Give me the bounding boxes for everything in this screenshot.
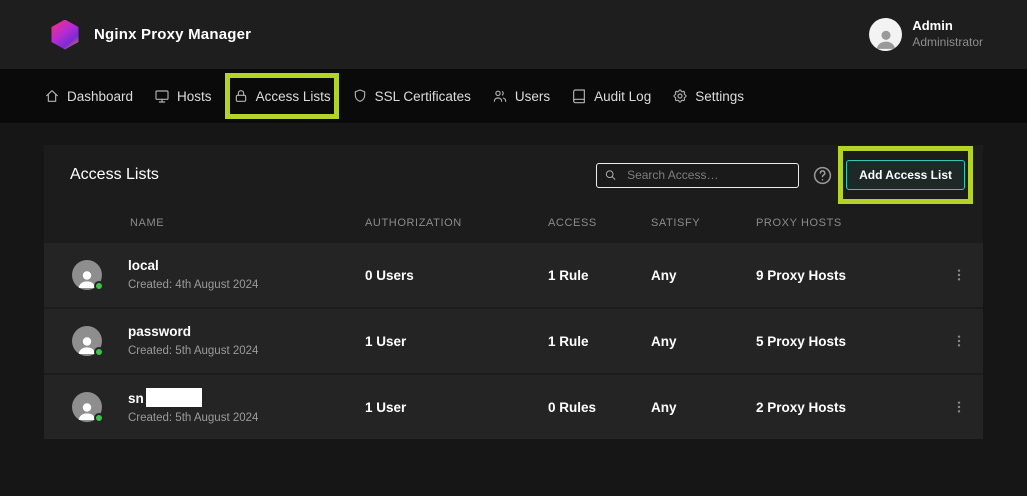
avatar bbox=[72, 260, 102, 290]
user-role: Administrator bbox=[912, 35, 983, 51]
app-logo-icon bbox=[50, 20, 80, 50]
access-cell: 1 Rule bbox=[548, 268, 651, 283]
nav-item-users[interactable]: Users bbox=[492, 88, 550, 104]
main-nav: Dashboard Hosts Access Lists SSL Certifi… bbox=[0, 69, 1027, 123]
users-icon bbox=[492, 88, 508, 104]
access-lists-card: Access Lists Add Access List bbox=[44, 145, 983, 439]
avatar bbox=[72, 326, 102, 356]
access-cell: 1 Rule bbox=[548, 334, 651, 349]
nav-item-label: Access Lists bbox=[256, 89, 331, 104]
nav-item-label: Settings bbox=[695, 89, 744, 104]
nav-item-access-lists[interactable]: Access Lists bbox=[233, 88, 331, 104]
kebab-icon bbox=[951, 267, 967, 283]
monitor-icon bbox=[154, 88, 170, 104]
search-box bbox=[596, 163, 799, 188]
column-header-proxy-hosts: PROXY HOSTS bbox=[756, 217, 949, 229]
gear-icon bbox=[672, 88, 688, 104]
search-icon bbox=[604, 169, 617, 182]
nav-item-label: Audit Log bbox=[594, 89, 651, 104]
table-row-redacted[interactable]: sn Created: 5th August 2024 1 User 0 Rul… bbox=[44, 373, 983, 439]
proxy-hosts-cell: 2 Proxy Hosts bbox=[756, 400, 949, 415]
row-menu-button[interactable] bbox=[949, 397, 969, 417]
table-header-row: NAME AUTHORIZATION ACCESS SATISFY PROXY … bbox=[44, 205, 983, 241]
authorization-cell: 0 Users bbox=[365, 268, 548, 283]
access-lists-table: NAME AUTHORIZATION ACCESS SATISFY PROXY … bbox=[44, 205, 983, 439]
proxy-hosts-cell: 5 Proxy Hosts bbox=[756, 334, 949, 349]
kebab-icon bbox=[951, 399, 967, 415]
app-screen: Nginx Proxy Manager Admin Administrator … bbox=[0, 0, 1027, 496]
brand[interactable]: Nginx Proxy Manager bbox=[50, 20, 251, 50]
avatar bbox=[72, 392, 102, 422]
lock-icon bbox=[233, 88, 249, 104]
created-date: Created: 4th August 2024 bbox=[128, 278, 258, 292]
row-menu-button[interactable] bbox=[949, 265, 969, 285]
search-input[interactable] bbox=[596, 163, 799, 188]
user-menu[interactable]: Admin Administrator bbox=[869, 18, 983, 51]
nav-item-label: Hosts bbox=[177, 89, 212, 104]
table-row-local[interactable]: local Created: 4th August 2024 0 Users 1… bbox=[44, 241, 983, 307]
card-header: Access Lists Add Access List bbox=[44, 145, 983, 205]
user-name: Admin bbox=[912, 18, 983, 35]
authorization-cell: 1 User bbox=[365, 400, 548, 415]
nav-item-label: Dashboard bbox=[67, 89, 133, 104]
book-icon bbox=[571, 88, 587, 104]
satisfy-cell: Any bbox=[651, 400, 756, 415]
access-list-name: local bbox=[128, 258, 258, 275]
status-dot bbox=[94, 413, 104, 423]
nav-item-label: SSL Certificates bbox=[375, 89, 471, 104]
card-header-actions: Add Access List bbox=[596, 160, 965, 190]
table-row-password[interactable]: password Created: 5th August 2024 1 User… bbox=[44, 307, 983, 373]
page-title: Access Lists bbox=[70, 166, 159, 184]
nav-item-ssl-certificates[interactable]: SSL Certificates bbox=[352, 88, 471, 104]
redaction-box bbox=[146, 388, 202, 407]
nav-item-audit-log[interactable]: Audit Log bbox=[571, 88, 651, 104]
kebab-icon bbox=[951, 333, 967, 349]
nav-item-hosts[interactable]: Hosts bbox=[154, 88, 212, 104]
access-list-name: sn bbox=[128, 388, 258, 408]
add-access-list-label: Add Access List bbox=[859, 168, 952, 182]
access-cell: 0 Rules bbox=[548, 400, 651, 415]
proxy-hosts-cell: 9 Proxy Hosts bbox=[756, 268, 949, 283]
access-list-name: password bbox=[128, 324, 258, 341]
column-header-access: ACCESS bbox=[548, 217, 651, 229]
nav-item-settings[interactable]: Settings bbox=[672, 88, 744, 104]
main-content: Access Lists Add Access List bbox=[0, 123, 1027, 439]
help-button[interactable] bbox=[812, 165, 833, 186]
app-header: Nginx Proxy Manager Admin Administrator bbox=[0, 0, 1027, 69]
app-title: Nginx Proxy Manager bbox=[94, 26, 251, 43]
column-header-authorization: AUTHORIZATION bbox=[365, 217, 548, 229]
row-menu-button[interactable] bbox=[949, 331, 969, 351]
column-header-name: NAME bbox=[72, 217, 365, 229]
status-dot bbox=[94, 347, 104, 357]
status-dot bbox=[94, 281, 104, 291]
created-date: Created: 5th August 2024 bbox=[128, 411, 258, 425]
shield-icon bbox=[352, 88, 368, 104]
nav-item-label: Users bbox=[515, 89, 550, 104]
add-access-list-button[interactable]: Add Access List bbox=[846, 160, 965, 190]
user-avatar bbox=[869, 18, 902, 51]
person-icon bbox=[873, 25, 899, 51]
satisfy-cell: Any bbox=[651, 268, 756, 283]
home-icon bbox=[44, 88, 60, 104]
column-header-satisfy: SATISFY bbox=[651, 217, 756, 229]
authorization-cell: 1 User bbox=[365, 334, 548, 349]
nav-item-dashboard[interactable]: Dashboard bbox=[44, 88, 133, 104]
help-icon bbox=[812, 165, 833, 186]
created-date: Created: 5th August 2024 bbox=[128, 344, 258, 358]
satisfy-cell: Any bbox=[651, 334, 756, 349]
